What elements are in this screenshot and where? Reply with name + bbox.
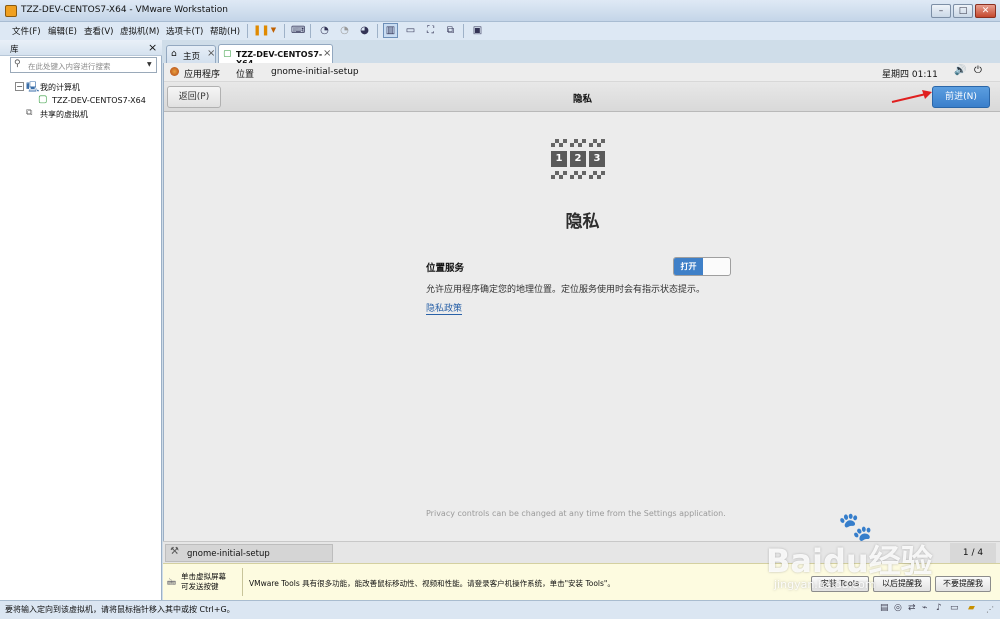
header-title: 隐私 xyxy=(572,94,592,105)
vmware-app-icon xyxy=(5,5,17,17)
title-bar: TZZ-DEV-CENTOS7-X64 - VMware Workstation… xyxy=(0,0,1000,22)
page-heading: 隐私 xyxy=(565,212,600,232)
snapshot-icon[interactable]: ◔ xyxy=(317,23,332,38)
keyboard-hint-icon: 🖮 xyxy=(167,578,177,588)
setup-tool-icon: ⚒ xyxy=(170,546,179,557)
search-dropdown-icon[interactable]: ▼ xyxy=(147,61,152,68)
gnome-clock[interactable]: 星期四 01:11 xyxy=(882,67,938,80)
taskbar-app-item[interactable]: ⚒ gnome-initial-setup xyxy=(165,544,333,562)
menu-bar: 文件(F) 编辑(E) 查看(V) 虚拟机(M) 选项卡(T) 帮助(H) ❚❚… xyxy=(0,22,1000,40)
power-icon[interactable]: ⏻ xyxy=(974,65,982,76)
tree-shared-vms[interactable]: 共享的虚拟机 xyxy=(40,109,88,120)
toolbar-separator xyxy=(310,24,311,38)
tab-vm[interactable]: ▢ TZZ-DEV-CENTOS7-X64 × xyxy=(218,44,333,68)
status-text: 要将输入定向到该虚拟机，请将鼠标指针移入其中或按 Ctrl+G。 xyxy=(5,605,235,614)
hard-disk-icon[interactable]: ▤ xyxy=(880,603,889,613)
guest-screen[interactable]: 应用程序 位置 gnome-initial-setup 星期四 01:11 🔊 … xyxy=(163,63,1000,541)
usb-icon[interactable]: ⌁ xyxy=(922,603,927,613)
close-button[interactable]: ✕ xyxy=(975,4,996,18)
privacy-logo-icon: 1 2 3 xyxy=(551,139,607,191)
shared-vm-icon: ⧉ xyxy=(26,108,33,118)
menu-edit[interactable]: 编辑(E) xyxy=(48,25,77,37)
minimize-button[interactable]: – xyxy=(931,4,951,18)
snapshot-manager-icon[interactable]: ◕ xyxy=(357,23,372,38)
location-description: 允许应用程序确定您的地理位置。定位服务使用时会有指示状态提示。 xyxy=(426,285,706,295)
display-icon[interactable]: ▭ xyxy=(950,603,959,613)
next-button[interactable]: 前进(N) xyxy=(932,86,990,108)
logo-digit: 3 xyxy=(589,151,605,167)
hint-line-1: 单击虚拟屏幕 xyxy=(181,572,226,581)
annotation-arrow-icon xyxy=(891,90,932,103)
library-title: 库 xyxy=(10,45,19,55)
show-library-icon[interactable]: ▥ xyxy=(383,23,398,38)
privacy-page: 1 2 3 隐私 位置服务 打开 允许应用程序确定您的地理位置。定位服务使用时会… xyxy=(164,113,1000,541)
menu-tabs[interactable]: 选项卡(T) xyxy=(166,25,203,37)
tree-my-computer[interactable]: 我的计算机 xyxy=(40,82,80,93)
gnome-app-name[interactable]: gnome-initial-setup xyxy=(271,67,359,77)
vm-running-icon: ▢ xyxy=(38,94,48,105)
click-screen-hint: 单击虚拟屏幕 可发送按键 xyxy=(181,572,226,592)
taskbar-app-label: gnome-initial-setup xyxy=(187,549,270,559)
fullscreen-icon[interactable]: ⛶ xyxy=(423,23,438,38)
baidu-watermark: 🐾 Baidu经验 jingyan.baidu.com xyxy=(766,510,986,600)
privacy-policy-link[interactable]: 隐私政策 xyxy=(426,301,463,315)
menu-view[interactable]: 查看(V) xyxy=(84,25,113,37)
vm-tab-icon: ▢ xyxy=(223,49,232,59)
search-placeholder: 在此处键入内容进行搜索 xyxy=(28,62,111,71)
pause-icon[interactable]: ❚❚ xyxy=(252,23,270,38)
tab-home-label: 主页 xyxy=(183,52,201,62)
dropdown-arrow-icon[interactable]: ▼ xyxy=(266,23,281,38)
tree-vm-item[interactable]: TZZ-DEV-CENTOS7-X64 xyxy=(52,96,146,105)
privacy-footer-note: Privacy controls can be changed at any t… xyxy=(426,509,726,518)
collapse-icon[interactable]: − xyxy=(15,82,24,91)
maximize-button[interactable]: □ xyxy=(953,4,973,18)
location-services-toggle[interactable]: 打开 xyxy=(673,257,731,276)
thumbnail-bar-icon[interactable]: ▭ xyxy=(403,23,418,38)
send-ctrl-alt-del-icon[interactable]: ⌨ xyxy=(290,23,305,38)
revert-snapshot-icon[interactable]: ◔ xyxy=(337,23,352,38)
home-icon: ⌂ xyxy=(171,49,177,59)
gnome-top-bar: 应用程序 位置 gnome-initial-setup 星期四 01:11 🔊 … xyxy=(164,63,1000,82)
gnome-apps-menu[interactable]: 应用程序 xyxy=(184,67,220,80)
library-panel: 库 × ⚲ 在此处键入内容进行搜索 ▼ − 🖳 我的计算机 ▢ TZZ-DEV-… xyxy=(0,40,162,600)
menu-file[interactable]: 文件(F) xyxy=(12,25,41,37)
activities-icon[interactable] xyxy=(170,67,179,76)
cdrom-icon[interactable]: ◎ xyxy=(894,603,902,613)
unity-icon[interactable]: ⧉ xyxy=(443,23,458,38)
window-title: TZZ-DEV-CENTOS7-X64 - VMware Workstation xyxy=(21,5,228,15)
location-services-label: 位置服务 xyxy=(426,263,465,274)
watermark-url: jingyan.baidu.com xyxy=(774,578,876,591)
volume-icon[interactable]: 🔊 xyxy=(954,65,966,76)
library-close-button[interactable]: × xyxy=(148,41,157,54)
logo-digit: 2 xyxy=(570,151,586,167)
message-log-icon[interactable]: ▰ xyxy=(968,603,975,613)
tools-message: VMware Tools 具有很多功能，能改善鼠标移动性、视频和性能。请登录客户… xyxy=(249,579,615,588)
toolbar-separator xyxy=(377,24,378,38)
menu-help[interactable]: 帮助(H) xyxy=(210,25,240,37)
library-header: 库 × xyxy=(0,40,162,56)
watermark-brand: Baidu经验 xyxy=(766,542,933,580)
tools-divider xyxy=(242,568,243,596)
resize-grip-icon[interactable]: ⋰ xyxy=(986,605,994,614)
menu-vm[interactable]: 虚拟机(M) xyxy=(120,25,159,37)
console-view-icon[interactable]: ▣ xyxy=(470,23,485,38)
hint-line-2: 可发送按键 xyxy=(181,582,219,591)
logo-digit: 1 xyxy=(551,151,567,167)
gnome-places-menu[interactable]: 位置 xyxy=(236,67,254,80)
toolbar-separator xyxy=(284,24,285,38)
sound-icon[interactable]: ♪ xyxy=(936,603,942,613)
status-bar: 要将输入定向到该虚拟机，请将鼠标指针移入其中或按 Ctrl+G。 ▤ ◎ ⇄ ⌁… xyxy=(0,600,1000,619)
tab-home[interactable]: ⌂ 主页 × xyxy=(166,45,216,63)
toggle-on-label: 打开 xyxy=(674,258,703,275)
toolbar-separator xyxy=(247,24,248,38)
library-search-input[interactable]: ⚲ 在此处键入内容进行搜索 ▼ xyxy=(10,57,157,73)
tab-vm-close-icon[interactable]: × xyxy=(323,48,331,59)
search-icon: ⚲ xyxy=(14,59,21,69)
network-icon[interactable]: ⇄ xyxy=(908,603,916,613)
setup-header-bar: 返回(P) 隐私 前进(N) xyxy=(164,82,1000,112)
tab-home-close-icon[interactable]: × xyxy=(207,48,215,59)
tab-bar: ⌂ 主页 × ▢ TZZ-DEV-CENTOS7-X64 × xyxy=(163,40,1000,68)
toolbar-separator xyxy=(463,24,464,38)
